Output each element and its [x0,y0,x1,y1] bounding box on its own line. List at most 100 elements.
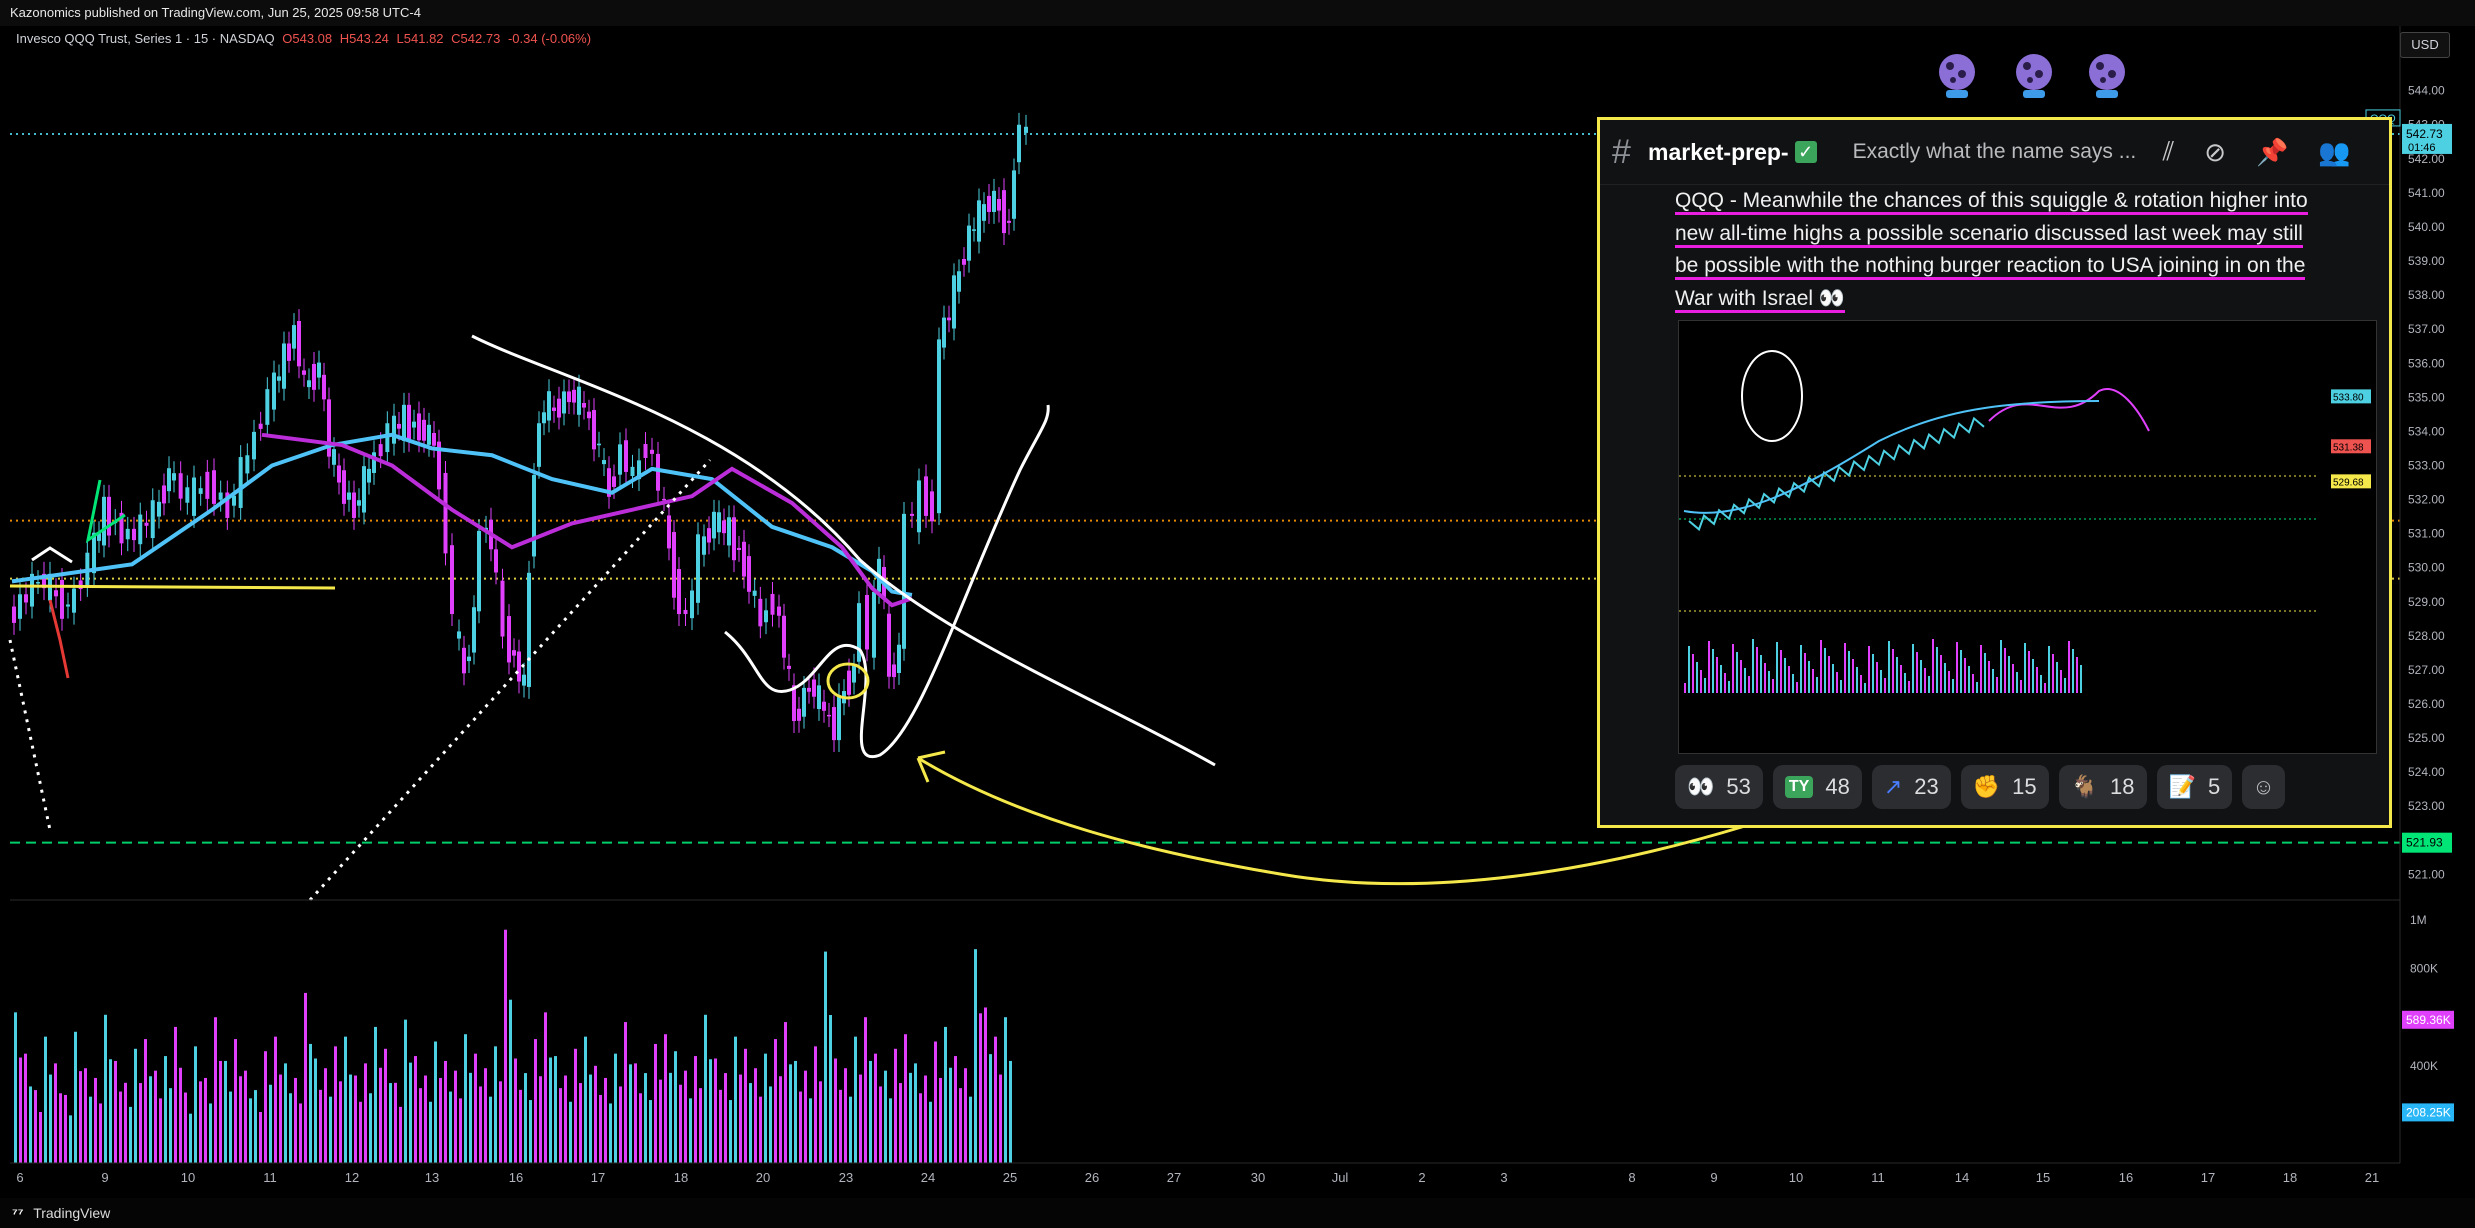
candle-body [443,472,448,554]
candle-body [822,701,826,711]
candle-body [952,275,956,329]
volume-bar [119,1091,122,1163]
candle-body [312,363,316,390]
candle-body [747,556,751,592]
mute-icon[interactable]: ⊘ [2204,137,2226,168]
volume-bar [329,1096,332,1163]
mini-volume-bar [1780,650,1782,693]
mini-volume-bar [1864,683,1866,693]
mini-volume-bar [1848,651,1850,693]
threads-icon[interactable]: ⫽ [2163,136,2175,168]
mini-volume-bar [1956,642,1958,693]
fist-emoji-icon: ✊ [1972,774,2001,799]
reaction-eyes[interactable]: 👀 53 [1675,765,1763,809]
candle-body [902,513,906,649]
candle-body [777,606,781,616]
volume-bar [584,1036,587,1163]
candle-body [872,591,876,658]
mini-volume-bar [1948,671,1950,693]
candle-body [897,644,901,673]
candle-body [987,195,991,212]
channel-name[interactable]: market-prep- [1648,139,1789,166]
volume-bar [649,1100,652,1163]
volume-bar [294,1077,297,1163]
volume-bar [524,1073,527,1163]
mini-volume-bar [1796,682,1798,693]
candle-body [567,391,571,403]
mini-volume-bar [2040,675,2042,693]
volume-bar [799,1091,802,1163]
volume-bar [344,1036,347,1163]
volume-bar [819,1081,822,1163]
time-tick-label: 16 [2119,1170,2133,1185]
candle-body [467,656,471,662]
candle-body [597,443,601,446]
volume-bar [689,1098,692,1163]
mini-volume-bar [2060,670,2062,693]
reaction-memo[interactable]: 📝 5 [2156,765,2233,809]
candle-body [357,500,361,506]
volume-bar [634,1063,637,1163]
candle-body [852,665,856,683]
candle-body [178,473,183,499]
volume-bar [534,1039,537,1163]
reaction-count: 18 [2110,774,2135,799]
volume-bar [769,1086,772,1163]
volume-bar [409,1062,412,1163]
channel-topic[interactable]: Exactly what the name says ... [1853,140,2137,164]
mini-volume-bar [2004,648,2006,693]
volume-bar [309,1043,312,1163]
volume-bar [389,1083,392,1163]
volume-bar [904,1034,907,1163]
candle-body [992,190,996,212]
pin-icon[interactable]: 📌 [2256,137,2288,168]
reaction-fist[interactable]: ✊ 15 [1960,765,2049,809]
mini-volume-bar [1696,662,1698,693]
mini-volume-bar [1788,666,1790,693]
time-tick-label: 16 [509,1170,523,1185]
mini-volume-bar [1816,677,1818,693]
mini-volume-bar [1860,675,1862,693]
candle-body [102,496,106,546]
mini-volume-bar [1812,669,1814,693]
mini-volume-bar [1936,647,1938,693]
candle-body [150,500,155,539]
candle-body [924,476,928,516]
volume-bar [724,1073,727,1163]
mini-volume-bar [2064,678,2066,693]
add-reaction-icon[interactable]: ☺ [2242,765,2285,809]
embedded-chart-image[interactable]: 533.80 531.38 529.68 [1678,320,2377,754]
reaction-chart-up[interactable]: ↗ 23 [1871,765,1951,809]
mini-volume-bar [1760,655,1762,693]
mini-volume-bar [1880,670,1882,693]
volume-bar [889,1098,892,1163]
mini-volume-bar [1840,680,1842,693]
volume-bar [874,1053,877,1163]
volume-bar [804,1070,807,1163]
candle-body [144,522,149,526]
mini-volume-bar [1744,668,1746,693]
candle-body [125,528,130,540]
candle-body [930,491,934,522]
message-line: War with Israel 👀 [1675,283,2375,316]
candle-body [982,204,986,221]
candle-body [910,513,914,516]
reaction-thank-you[interactable]: TY 48 [1772,765,1862,809]
volume-bar [379,1067,382,1163]
mini-volume-bar [1724,673,1726,693]
price-tick-label: 541.00 [2408,186,2445,200]
candle-body [450,545,454,615]
members-icon[interactable]: 👥 [2318,137,2350,168]
discord-channel-header: # market-prep- ✓ Exactly what the name s… [1600,120,2389,185]
volume-bar [209,1103,212,1163]
time-tick-label: 23 [839,1170,853,1185]
price-tick-label: 526.00 [2408,697,2445,711]
candle-body [1017,124,1021,163]
candle-body [138,514,143,545]
mini-chart: 533.80 531.38 529.68 [1679,321,2376,753]
volume-bar [429,1101,432,1163]
mini-volume-bar [1704,678,1706,693]
price-tick-label: 523.00 [2408,799,2445,813]
message-line: be possible with the nothing burger reac… [1675,250,2375,283]
reaction-goat[interactable]: 🐐 18 [2058,765,2147,809]
